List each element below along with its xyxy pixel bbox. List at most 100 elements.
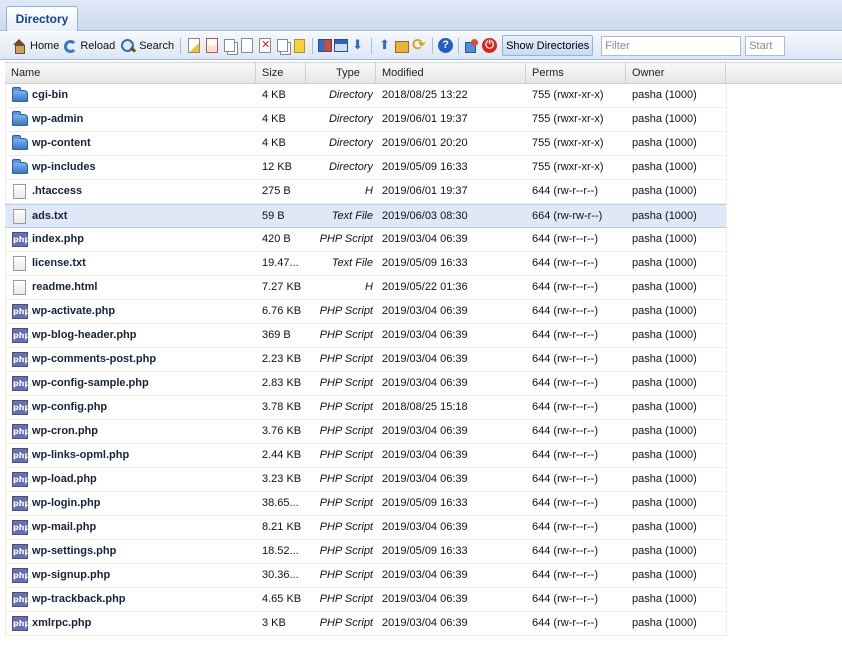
file-modified: 2019/03/04 06:39 — [382, 521, 468, 533]
table-row[interactable]: php wp-links-opml.php 2.44 KB PHP Script… — [5, 444, 727, 468]
window-view-icon[interactable] — [334, 39, 349, 52]
table-row[interactable]: php wp-settings.php 18.52... PHP Script … — [5, 540, 727, 564]
column-header-owner[interactable]: Owner — [626, 63, 726, 84]
file-name-cell[interactable]: php wp-blog-header.php — [12, 324, 256, 347]
php-file-icon: php — [12, 520, 30, 535]
table-row[interactable]: readme.html 7.27 KB H 2019/05/22 01:36 6… — [5, 276, 727, 300]
file-icon — [13, 256, 26, 271]
tab-directory[interactable]: Directory — [6, 6, 78, 31]
table-row[interactable]: php xmlrpc.php 3 KB PHP Script 2019/03/0… — [5, 612, 727, 636]
rename-file-icon[interactable] — [294, 38, 306, 53]
table-row[interactable]: php wp-config.php 3.78 KB PHP Script 201… — [5, 396, 727, 420]
file-modified: 2019/03/04 06:39 — [382, 233, 468, 245]
column-header-name[interactable]: Name — [5, 63, 256, 84]
archive-icon[interactable] — [395, 40, 410, 53]
php-file-icon: php — [12, 568, 30, 583]
help-icon[interactable] — [438, 38, 454, 53]
file-name: wp-activate.php — [32, 305, 116, 317]
file-name-cell[interactable]: ads.txt — [12, 205, 256, 228]
grid-view-icon[interactable] — [318, 39, 333, 52]
table-row[interactable]: php wp-signup.php 30.36... PHP Script 20… — [5, 564, 727, 588]
delete-file-icon[interactable] — [259, 38, 272, 53]
file-perms: 644 (rw-r--r--) — [532, 545, 598, 557]
file-type: PHP Script — [319, 545, 373, 557]
file-name-cell[interactable]: php wp-config-sample.php — [12, 372, 256, 395]
file-name-cell[interactable]: wp-admin — [12, 108, 256, 131]
file-name-cell[interactable]: php wp-load.php — [12, 468, 256, 491]
column-header-type[interactable]: Type — [306, 63, 376, 84]
file-name-cell[interactable]: php wp-trackback.php — [12, 588, 256, 611]
table-row[interactable]: wp-admin 4 KB Directory 2019/06/01 19:37… — [5, 108, 727, 132]
php-file-icon: php — [12, 616, 30, 631]
search-button[interactable]: Search — [117, 35, 176, 57]
table-row[interactable]: ads.txt 59 B Text File 2019/06/03 08:30 … — [5, 204, 727, 228]
packages-icon[interactable] — [464, 38, 480, 54]
grid-header: Name Size Type Modified Perms Owner — [5, 62, 842, 84]
table-row[interactable]: license.txt 19.47... Text File 2019/05/0… — [5, 252, 727, 276]
table-row[interactable]: cgi-bin 4 KB Directory 2018/08/25 13:22 … — [5, 84, 727, 108]
table-row[interactable]: php wp-load.php 3.23 KB PHP Script 2019/… — [5, 468, 727, 492]
show-directories-button[interactable]: Show Directories — [502, 35, 594, 56]
file-name-cell[interactable]: php wp-cron.php — [12, 420, 256, 443]
file-name-cell[interactable]: cgi-bin — [12, 84, 256, 107]
upload-icon[interactable] — [377, 37, 393, 54]
table-row[interactable]: php wp-mail.php 8.21 KB PHP Script 2019/… — [5, 516, 727, 540]
table-row[interactable]: php wp-blog-header.php 369 B PHP Script … — [5, 324, 727, 348]
file-size: 3 KB — [262, 617, 286, 629]
file-name: wp-blog-header.php — [32, 329, 137, 341]
file-modified: 2019/03/04 06:39 — [382, 449, 468, 461]
toolbar-separator — [432, 37, 434, 54]
paste-file-icon[interactable] — [241, 38, 254, 53]
file-name-cell[interactable]: php xmlrpc.php — [12, 612, 256, 635]
file-owner: pasha (1000) — [632, 353, 697, 365]
table-row[interactable]: php index.php 420 B PHP Script 2019/03/0… — [5, 228, 727, 252]
edit-file-icon[interactable] — [206, 38, 219, 53]
file-name: wp-signup.php — [32, 569, 111, 581]
table-row[interactable]: php wp-login.php 38.65... PHP Script 201… — [5, 492, 727, 516]
copy-file-icon[interactable] — [224, 39, 236, 52]
new-file-icon[interactable] — [188, 38, 201, 53]
home-button[interactable]: Home — [8, 35, 61, 57]
table-row[interactable]: php wp-config-sample.php 2.83 KB PHP Scr… — [5, 372, 727, 396]
table-row[interactable]: php wp-activate.php 6.76 KB PHP Script 2… — [5, 300, 727, 324]
start-input[interactable] — [745, 35, 786, 56]
reload-button[interactable]: Reload — [61, 35, 117, 57]
table-row[interactable]: php wp-cron.php 3.76 KB PHP Script 2019/… — [5, 420, 727, 444]
file-perms: 644 (rw-r--r--) — [532, 281, 598, 293]
file-name-cell[interactable]: php index.php — [12, 228, 256, 251]
file-size: 18.52... — [262, 545, 299, 557]
power-icon[interactable] — [482, 38, 498, 53]
file-name-cell[interactable]: php wp-settings.php — [12, 540, 256, 563]
file-name-cell[interactable]: php wp-login.php — [12, 492, 256, 515]
file-name-cell[interactable]: .htaccess — [12, 180, 256, 203]
table-row[interactable]: wp-content 4 KB Directory 2019/06/01 20:… — [5, 132, 727, 156]
file-type: PHP Script — [319, 569, 373, 581]
filter-input[interactable] — [601, 35, 742, 56]
file-name-cell[interactable]: php wp-comments-post.php — [12, 348, 256, 371]
table-row[interactable]: wp-includes 12 KB Directory 2019/05/09 1… — [5, 156, 727, 180]
table-row[interactable]: php wp-trackback.php 4.65 KB PHP Script … — [5, 588, 727, 612]
file-name-cell[interactable]: php wp-mail.php — [12, 516, 256, 539]
file-name-cell[interactable]: php wp-config.php — [12, 396, 256, 419]
file-name-cell[interactable]: wp-content — [12, 132, 256, 155]
refresh-icon[interactable] — [411, 35, 427, 55]
duplicate-file-icon[interactable] — [277, 39, 289, 52]
file-grid: Name Size Type Modified Perms Owner cgi-… — [5, 62, 842, 636]
file-name-cell[interactable]: php wp-activate.php — [12, 300, 256, 323]
file-owner: pasha (1000) — [632, 473, 697, 485]
column-header-perms[interactable]: Perms — [526, 63, 626, 84]
table-row[interactable]: php wp-comments-post.php 2.23 KB PHP Scr… — [5, 348, 727, 372]
file-name: wp-config-sample.php — [32, 377, 149, 389]
table-row[interactable]: .htaccess 275 B H 2019/06/01 19:37 644 (… — [5, 180, 727, 204]
column-header-size[interactable]: Size — [256, 63, 306, 84]
file-name: wp-trackback.php — [32, 593, 126, 605]
file-name-cell[interactable]: readme.html — [12, 276, 256, 299]
file-owner: pasha (1000) — [632, 521, 697, 533]
file-perms: 755 (rwxr-xr-x) — [532, 113, 604, 125]
file-name-cell[interactable]: wp-includes — [12, 156, 256, 179]
file-name-cell[interactable]: php wp-signup.php — [12, 564, 256, 587]
column-header-modified[interactable]: Modified — [376, 63, 526, 84]
file-name-cell[interactable]: php wp-links-opml.php — [12, 444, 256, 467]
file-name-cell[interactable]: license.txt — [12, 252, 256, 275]
download-icon[interactable] — [350, 37, 366, 54]
